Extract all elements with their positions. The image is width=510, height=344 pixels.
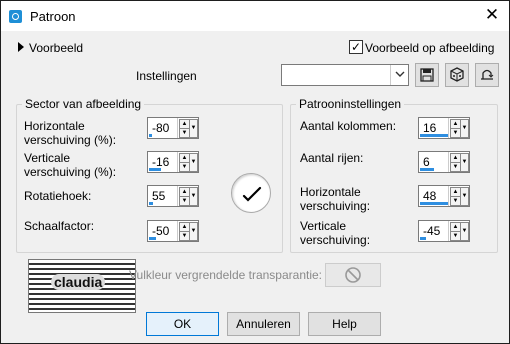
spin-menu-icon[interactable]: ▼: [460, 119, 469, 138]
watermark-logo: claudia: [28, 259, 136, 313]
dial-needle-icon: [242, 186, 262, 202]
vertical-offset-label-1: Verticale: [24, 151, 71, 165]
pattern-horizontal-offset-value[interactable]: 48: [423, 189, 436, 203]
rotation-label: Rotatiehoek:: [24, 189, 92, 203]
scale-spin[interactable]: -50 ▲ ▼ ▼: [147, 220, 199, 242]
app-icon: [9, 10, 22, 23]
reset-button[interactable]: [475, 63, 499, 87]
vertical-offset-bar: [149, 168, 161, 171]
rotation-dial[interactable]: [231, 173, 271, 213]
rows-spin[interactable]: 6 ▲ ▼ ▼: [418, 151, 470, 173]
pattern-group-title: Patrooninstellingen: [296, 97, 405, 111]
vertical-offset-spin[interactable]: -16 ▲ ▼ ▼: [147, 151, 199, 173]
patroon-dialog: Patroon ✕ Voorbeeld ✓ Voorbeeld op afbee…: [0, 0, 510, 344]
pattern-horizontal-offset-bar: [420, 202, 448, 205]
spin-menu-icon[interactable]: ▼: [460, 153, 469, 172]
close-icon[interactable]: ✕: [483, 6, 501, 24]
horizontal-offset-label-1: Horizontale: [24, 119, 85, 133]
no-entry-icon: [345, 267, 361, 283]
transparency-label: Vulkleur vergrendelde transparantie:: [129, 268, 323, 282]
checkbox-check-icon: ✓: [350, 40, 362, 54]
columns-spin[interactable]: 16 ▲ ▼ ▼: [418, 117, 470, 139]
preview-on-image-checkbox[interactable]: ✓: [349, 40, 363, 54]
rotation-bar: [149, 202, 153, 205]
rows-label: Aantal rijen:: [300, 151, 364, 165]
vertical-offset-label-2: verschuiving (%):: [24, 165, 117, 179]
window-title: Patroon: [30, 9, 76, 24]
save-preset-button[interactable]: [415, 63, 439, 87]
columns-bar: [420, 134, 448, 137]
settings-combo[interactable]: [281, 64, 409, 86]
pattern-horizontal-offset-spin[interactable]: 48 ▲ ▼ ▼: [418, 185, 470, 207]
rows-bar: [420, 168, 434, 171]
pattern-vertical-offset-label-1: Verticale: [300, 219, 347, 233]
combo-arrow-icon[interactable]: [390, 65, 408, 85]
pattern-vertical-offset-spin[interactable]: -45 ▲ ▼ ▼: [418, 220, 470, 242]
title-bar: Patroon ✕: [1, 1, 509, 31]
columns-value[interactable]: 16: [423, 121, 436, 135]
random-dice-icon: [450, 67, 464, 82]
sector-group-title: Sector van afbeelding: [22, 97, 145, 111]
horizontal-offset-label-2: verschuiving (%):: [24, 133, 117, 147]
settings-label: Instellingen: [136, 69, 197, 83]
horizontal-offset-spin[interactable]: -80 ▲ ▼ ▼: [147, 117, 199, 139]
horizontal-offset-bar: [149, 134, 152, 137]
ok-button[interactable]: OK: [146, 312, 219, 336]
scale-value[interactable]: -50: [152, 224, 169, 238]
spin-menu-icon[interactable]: ▼: [460, 187, 469, 206]
rotation-spin[interactable]: 55 ▲ ▼ ▼: [147, 185, 199, 207]
scale-label: Schaalfactor:: [24, 219, 95, 233]
help-button[interactable]: Help: [308, 312, 381, 336]
reset-icon: [481, 69, 494, 80]
pattern-horizontal-offset-label-2: verschuiving:: [300, 199, 371, 213]
pattern-vertical-offset-label-2: verschuiving:: [300, 233, 371, 247]
pattern-vertical-offset-bar: [420, 237, 426, 240]
vertical-offset-value[interactable]: -16: [152, 155, 169, 169]
spin-menu-icon[interactable]: ▼: [189, 119, 198, 138]
spin-menu-icon[interactable]: ▼: [189, 187, 198, 206]
spin-menu-icon[interactable]: ▼: [460, 222, 469, 241]
scale-bar: [149, 237, 156, 240]
rotation-value[interactable]: 55: [152, 189, 165, 203]
rows-value[interactable]: 6: [423, 155, 430, 169]
preview-toggle-label[interactable]: Voorbeeld: [29, 41, 83, 55]
preview-on-image-label: Voorbeeld op afbeelding: [365, 41, 495, 55]
expand-triangle-icon[interactable]: [18, 42, 24, 52]
spin-menu-icon[interactable]: ▼: [189, 153, 198, 172]
transparency-color-button[interactable]: [325, 263, 381, 287]
random-button[interactable]: [445, 63, 469, 87]
save-icon: [420, 68, 434, 82]
logo-text: claudia: [51, 274, 106, 290]
cancel-button[interactable]: Annuleren: [227, 312, 300, 336]
columns-label: Aantal kolommen:: [300, 119, 397, 133]
horizontal-offset-value[interactable]: -80: [152, 121, 169, 135]
pattern-vertical-offset-value[interactable]: -45: [423, 224, 440, 238]
spin-menu-icon[interactable]: ▼: [189, 222, 198, 241]
pattern-horizontal-offset-label-1: Horizontale: [300, 185, 361, 199]
